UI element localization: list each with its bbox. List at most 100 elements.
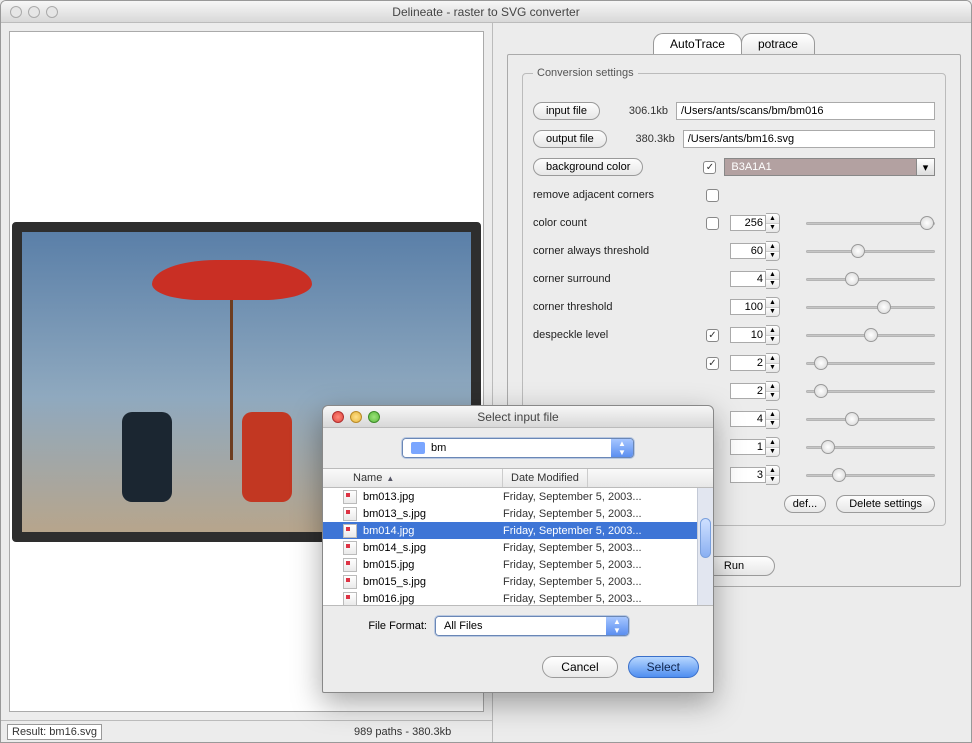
setting-slider[interactable] xyxy=(806,271,935,287)
scrollbar-thumb[interactable] xyxy=(700,518,711,558)
file-name: bm015.jpg xyxy=(363,559,503,571)
stepper-buttons[interactable]: ▲▼ xyxy=(766,437,780,457)
combo-arrows-icon[interactable]: ▲▼ xyxy=(606,617,628,635)
setting-label: despeckle level xyxy=(533,329,698,341)
setting-slider[interactable] xyxy=(806,439,935,455)
tab-autotrace[interactable]: AutoTrace xyxy=(653,33,742,54)
column-name[interactable]: Name▲ xyxy=(323,469,503,487)
input-file-button[interactable]: input file xyxy=(533,102,600,120)
stepper-buttons[interactable]: ▲▼ xyxy=(766,325,780,345)
stepper-buttons[interactable]: ▲▼ xyxy=(766,409,780,429)
setting-slider[interactable] xyxy=(806,327,935,343)
stepper-buttons[interactable]: ▲▼ xyxy=(766,241,780,261)
setting-label: color count xyxy=(533,217,698,229)
file-row[interactable]: bm014.jpgFriday, September 5, 2003... xyxy=(323,522,713,539)
stepper-buttons[interactable]: ▲▼ xyxy=(766,465,780,485)
background-color-field[interactable]: B3A1A1 xyxy=(724,158,917,176)
file-date: Friday, September 5, 2003... xyxy=(503,559,642,571)
setting-slider[interactable] xyxy=(806,299,935,315)
column-date[interactable]: Date Modified xyxy=(503,469,588,487)
file-date: Friday, September 5, 2003... xyxy=(503,593,642,605)
file-icon xyxy=(343,490,357,504)
list-header: Name▲ Date Modified xyxy=(323,468,713,488)
file-format-value: All Files xyxy=(444,620,483,632)
file-row[interactable]: bm014_s.jpgFriday, September 5, 2003... xyxy=(323,539,713,556)
setting-value[interactable] xyxy=(730,299,766,315)
output-path-field[interactable] xyxy=(683,130,935,148)
file-name: bm013.jpg xyxy=(363,491,503,503)
stepper-buttons[interactable]: ▲▼ xyxy=(766,381,780,401)
paths-label: 989 paths - 380.3kb xyxy=(354,726,451,738)
file-row[interactable]: bm015.jpgFriday, September 5, 2003... xyxy=(323,556,713,573)
file-format-label: File Format: xyxy=(337,620,427,632)
file-icon xyxy=(343,541,357,555)
setting-label: corner threshold xyxy=(533,301,698,313)
output-file-button[interactable]: output file xyxy=(533,130,607,148)
setting-slider[interactable] xyxy=(806,243,935,259)
input-path-field[interactable] xyxy=(676,102,935,120)
def-button[interactable]: def... xyxy=(784,495,826,513)
output-size: 380.3kb xyxy=(615,133,675,145)
setting-checkbox[interactable] xyxy=(706,189,719,202)
file-row[interactable]: bm016.jpgFriday, September 5, 2003... xyxy=(323,590,713,606)
file-icon xyxy=(343,524,357,538)
file-date: Friday, September 5, 2003... xyxy=(503,508,642,520)
folder-name: bm xyxy=(431,442,446,454)
dialog-title: Select input file xyxy=(323,410,713,424)
background-color-button[interactable]: background color xyxy=(533,158,643,176)
file-date: Friday, September 5, 2003... xyxy=(503,525,642,537)
file-format-combo[interactable]: All Files ▲▼ xyxy=(435,616,629,636)
setting-value[interactable] xyxy=(730,411,766,427)
scrollbar[interactable] xyxy=(697,488,713,605)
file-date: Friday, September 5, 2003... xyxy=(503,542,642,554)
file-name: bm016.jpg xyxy=(363,593,503,605)
file-icon xyxy=(343,575,357,589)
file-icon xyxy=(343,558,357,572)
background-color-dropdown[interactable]: ▾ xyxy=(917,158,935,176)
select-button[interactable]: Select xyxy=(628,656,699,678)
setting-slider[interactable] xyxy=(806,383,935,399)
setting-value[interactable] xyxy=(730,271,766,287)
status-bar: Result: bm16.svg 989 paths - 380.3kb xyxy=(1,720,492,742)
setting-label: remove adjacent corners xyxy=(533,189,698,201)
file-row[interactable]: bm015_s.jpgFriday, September 5, 2003... xyxy=(323,573,713,590)
file-row[interactable]: bm013_s.jpgFriday, September 5, 2003... xyxy=(323,505,713,522)
file-name: bm015_s.jpg xyxy=(363,576,503,588)
setting-value[interactable] xyxy=(730,327,766,343)
stepper-buttons[interactable]: ▲▼ xyxy=(766,269,780,289)
background-color-checkbox[interactable] xyxy=(703,161,716,174)
tab-potrace[interactable]: potrace xyxy=(741,33,815,54)
stepper-buttons[interactable]: ▲▼ xyxy=(766,297,780,317)
setting-value[interactable] xyxy=(730,467,766,483)
folder-combo[interactable]: bm ▲▼ xyxy=(402,438,634,458)
stepper-buttons[interactable]: ▲▼ xyxy=(766,213,780,233)
setting-value[interactable] xyxy=(730,439,766,455)
window-title: Delineate - raster to SVG converter xyxy=(1,5,971,19)
setting-checkbox[interactable] xyxy=(706,217,719,230)
file-list: bm013.jpgFriday, September 5, 2003...bm0… xyxy=(323,488,713,606)
file-date: Friday, September 5, 2003... xyxy=(503,491,642,503)
setting-value[interactable] xyxy=(730,243,766,259)
tabs: AutoTrace potrace xyxy=(507,33,961,54)
setting-slider[interactable] xyxy=(806,467,935,483)
file-name: bm014.jpg xyxy=(363,525,503,537)
setting-checkbox[interactable] xyxy=(706,357,719,370)
setting-slider[interactable] xyxy=(806,355,935,371)
setting-slider[interactable] xyxy=(806,411,935,427)
delete-settings-button[interactable]: Delete settings xyxy=(836,495,935,513)
file-name: bm014_s.jpg xyxy=(363,542,503,554)
result-label: Result: bm16.svg xyxy=(7,724,102,740)
setting-value[interactable] xyxy=(730,355,766,371)
setting-checkbox[interactable] xyxy=(706,329,719,342)
file-row[interactable]: bm013.jpgFriday, September 5, 2003... xyxy=(323,488,713,505)
setting-label: corner surround xyxy=(533,273,698,285)
cancel-button[interactable]: Cancel xyxy=(542,656,617,678)
stepper-buttons[interactable]: ▲▼ xyxy=(766,353,780,373)
setting-slider[interactable] xyxy=(806,215,935,231)
file-icon xyxy=(343,592,357,606)
file-name: bm013_s.jpg xyxy=(363,508,503,520)
setting-value[interactable] xyxy=(730,383,766,399)
setting-value[interactable] xyxy=(730,215,766,231)
file-date: Friday, September 5, 2003... xyxy=(503,576,642,588)
combo-arrows-icon[interactable]: ▲▼ xyxy=(611,439,633,457)
